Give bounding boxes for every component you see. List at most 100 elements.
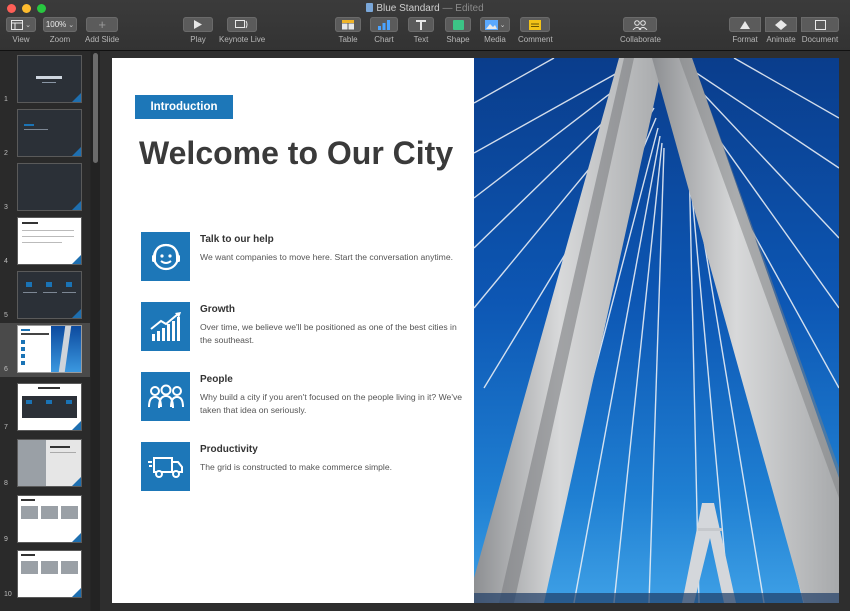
view-label: View (12, 35, 30, 44)
slide-number: 6 (4, 366, 8, 373)
broadcast-icon (235, 20, 248, 29)
shape-label: Shape (446, 35, 470, 44)
slide-preview (17, 271, 82, 319)
slide-preview (17, 163, 82, 211)
shape-button[interactable]: Shape (445, 17, 471, 44)
table-icon (342, 19, 354, 30)
slide-number: 10 (4, 591, 12, 598)
comment-icon (529, 19, 542, 30)
slide-heading[interactable]: Welcome to Our City (139, 135, 453, 172)
slide-number: 9 (4, 536, 8, 543)
document-label: Document (801, 35, 839, 44)
format-button[interactable]: Format (729, 17, 761, 44)
bridge-photo[interactable] (474, 58, 839, 603)
slide-preview (17, 439, 82, 487)
document-name: Blue Standard (376, 3, 440, 14)
media-icon (484, 19, 498, 30)
animate-button[interactable]: Animate (765, 17, 797, 44)
feature-people[interactable]: People Why build a city if you aren't fo… (141, 372, 471, 424)
current-slide[interactable]: Introduction Welcome to Our City Talk to… (112, 58, 839, 603)
format-label: Format (732, 35, 758, 44)
zoom-label: Zoom (49, 35, 71, 44)
introduction-tag[interactable]: Introduction (135, 95, 233, 119)
slide-thumbnail-8[interactable]: 8 (0, 437, 90, 491)
slide-thumbnail-1[interactable]: 1 (0, 53, 90, 107)
feature-description: We want companies to move here. Start th… (200, 252, 454, 262)
toolbar: Blue Standard — Edited ⌄ View 100% ⌄ Zoom… (0, 0, 850, 51)
table-button[interactable]: Table (335, 17, 361, 44)
keynote-live-label: Keynote Live (219, 35, 266, 44)
media-label: Media (484, 35, 506, 44)
feature-description: The grid is constructed to make commerce… (200, 462, 392, 472)
slide-number: 4 (4, 258, 8, 265)
slide-preview (17, 383, 82, 431)
add-slide-label: Add Slide (85, 35, 120, 44)
slide-preview (17, 550, 82, 598)
collaborate-label: Collaborate (620, 35, 661, 44)
slide-thumbnail-5[interactable]: 5 (0, 269, 90, 323)
feature-title: People (200, 374, 233, 385)
slide-thumbnail-4[interactable]: 4 (0, 215, 90, 269)
text-label: Text (413, 35, 429, 44)
feature-title: Productivity (200, 444, 258, 455)
people-group-icon (141, 372, 190, 421)
feature-title: Growth (200, 304, 235, 315)
text-button[interactable]: Text (408, 17, 434, 44)
zoom-value: 100% (45, 20, 67, 29)
document-icon (814, 19, 826, 30)
shape-icon (452, 19, 464, 30)
collaborate-button[interactable]: Collaborate (620, 17, 661, 44)
animate-icon (775, 19, 787, 30)
play-label: Play (190, 35, 206, 44)
slide-number: 3 (4, 204, 8, 211)
keynote-live-button[interactable]: Keynote Live (219, 17, 265, 44)
keynote-document-icon (366, 3, 374, 12)
chart-button[interactable]: Chart (370, 17, 398, 44)
view-icon (11, 19, 24, 30)
edited-status: — Edited (442, 3, 484, 14)
slide-preview (17, 325, 82, 373)
play-icon (194, 20, 202, 29)
feature-description: Why build a city if you aren't focused o… (200, 392, 463, 415)
zoom-menu[interactable]: 100% ⌄ Zoom (43, 17, 77, 44)
text-icon (416, 19, 426, 30)
slide-canvas[interactable]: Introduction Welcome to Our City Talk to… (100, 51, 850, 611)
feature-title: Talk to our help (200, 234, 274, 245)
slide-thumbnail-10[interactable]: 10 (0, 548, 90, 602)
feature-description: Over time, we believe we'll be positione… (200, 322, 457, 345)
slide-thumbnail-9[interactable]: 9 (0, 493, 90, 547)
slide-number: 7 (4, 424, 8, 431)
plus-icon: + (86, 17, 119, 32)
play-button[interactable]: Play (183, 17, 213, 44)
add-slide-button[interactable]: + Add Slide (85, 17, 119, 44)
view-button[interactable]: ⌄ View (6, 17, 36, 44)
comment-button[interactable]: Comment (518, 17, 553, 44)
slide-thumbnail-6[interactable]: 6 (0, 323, 90, 377)
slide-number: 2 (4, 150, 8, 157)
scrollbar-thumb[interactable] (93, 53, 98, 163)
slide-navigator[interactable]: 1 2 3 4 5 6 7 8 9 10 (0, 51, 90, 611)
slide-thumbnail-2[interactable]: 2 (0, 107, 90, 161)
document-button[interactable]: Document (801, 17, 839, 44)
keynote-window: Blue Standard — Edited ⌄ View 100% ⌄ Zoom… (0, 0, 850, 611)
comment-label: Comment (518, 35, 553, 44)
slide-preview (17, 495, 82, 543)
feature-productivity[interactable]: Productivity The grid is constructed to … (141, 442, 471, 494)
feature-growth[interactable]: Growth Over time, we believe we'll be po… (141, 302, 471, 354)
slide-thumbnail-7[interactable]: 7 (0, 381, 90, 435)
slide-thumbnail-3[interactable]: 3 (0, 161, 90, 215)
cable-stayed-bridge-image (474, 58, 839, 603)
growth-chart-icon (141, 302, 190, 351)
chevron-down-icon: ⌄ (499, 21, 506, 29)
media-button[interactable]: ⌄ Media (480, 17, 510, 44)
slide-preview (17, 109, 82, 157)
chevron-down-icon: ⌄ (25, 21, 31, 29)
headset-person-icon (141, 232, 190, 281)
window-title: Blue Standard — Edited (0, 3, 850, 14)
animate-label: Animate (766, 35, 796, 44)
table-label: Table (338, 35, 358, 44)
chevron-down-icon: ⌄ (68, 21, 75, 29)
navigator-scrollbar[interactable] (91, 51, 100, 611)
feature-talk-to-our-help[interactable]: Talk to our help We want companies to mo… (141, 232, 471, 284)
slide-number: 1 (4, 96, 8, 103)
